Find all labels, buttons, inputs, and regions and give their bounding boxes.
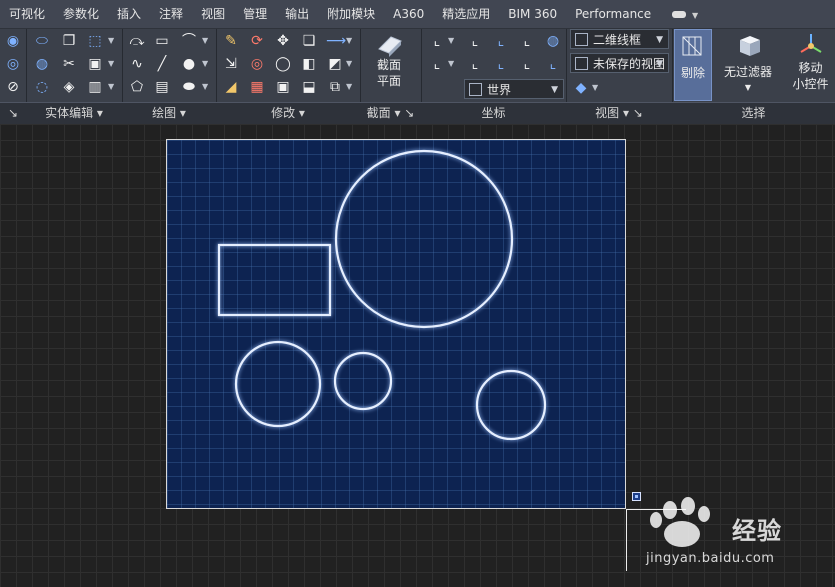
large-circle[interactable] — [334, 149, 514, 329]
circle-medium[interactable] — [234, 340, 322, 428]
circle-small[interactable] — [333, 351, 393, 411]
circle-right[interactable] — [475, 369, 547, 441]
baidu-watermark: 经验 jingyan.baidu.com — [640, 496, 830, 576]
paw-logo-icon — [650, 497, 710, 547]
rectangle[interactable] — [217, 243, 332, 317]
watermark-brand: 经验 — [732, 517, 782, 545]
watermark-url: jingyan.baidu.com — [646, 551, 775, 566]
crosshair-vertical — [626, 509, 627, 571]
